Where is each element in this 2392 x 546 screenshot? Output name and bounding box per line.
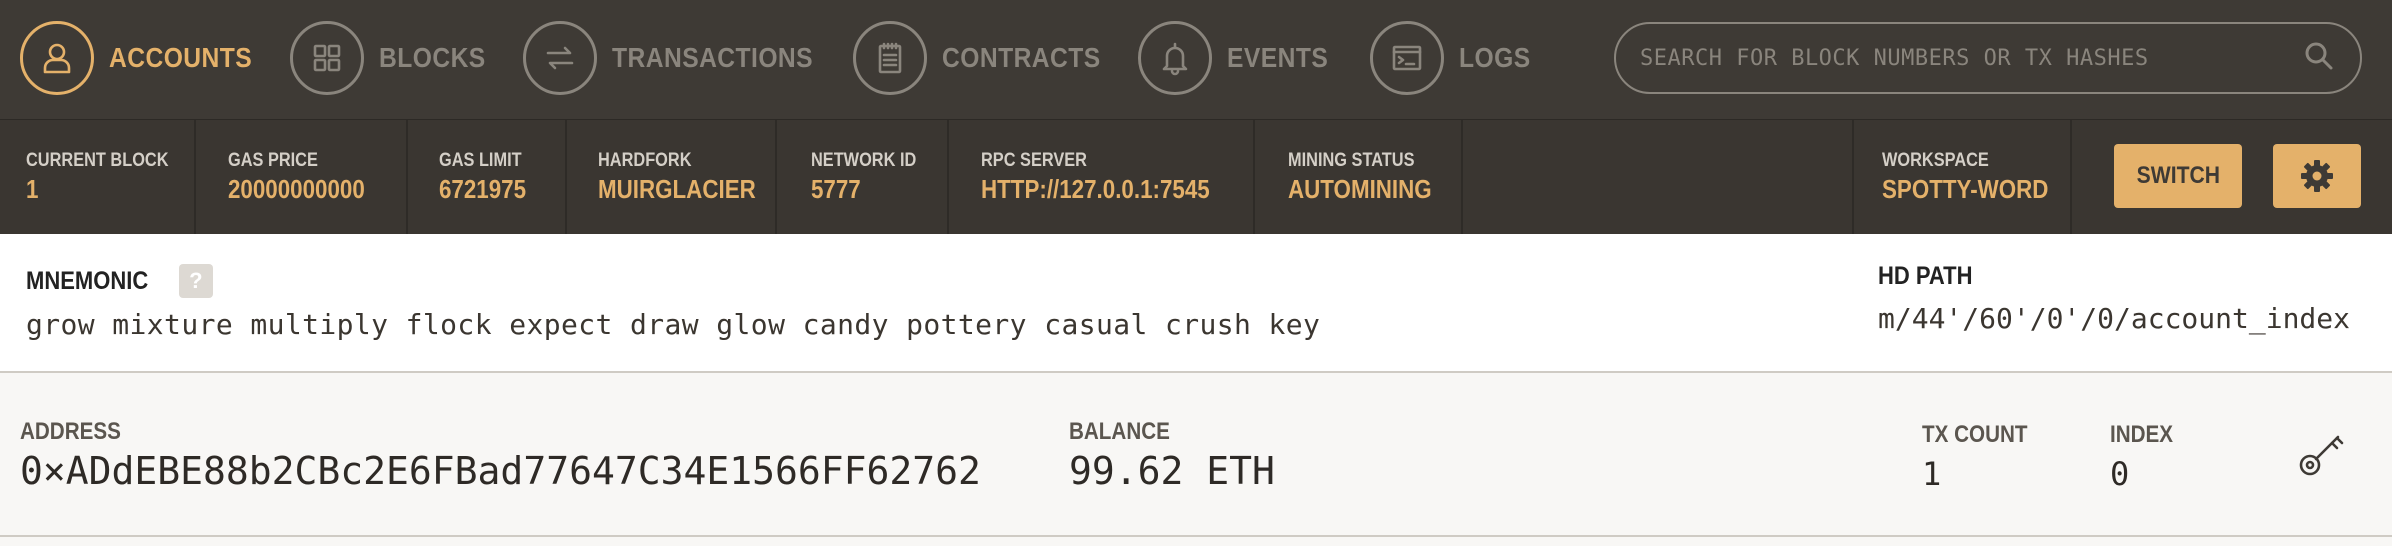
hd-path-value: m/44'/60'/0'/0/account_index [1878, 302, 2351, 335]
stat-gas-price: GAS PRICE 20000000000 [196, 120, 408, 235]
stat-value: 6721975 [439, 174, 527, 204]
mnemonic-header: MNEMONIC ? [26, 264, 213, 298]
nav-label: ACCOUNTS [109, 42, 253, 73]
top-navigation: ACCOUNTS BLOCKS TRANSACTIONS CONTRACTS E… [0, 0, 2392, 119]
nav-transactions[interactable]: TRANSACTIONS [523, 21, 840, 95]
stat-value: 5777 [811, 174, 861, 204]
stat-value: 20000000000 [228, 174, 365, 204]
nav-label: BLOCKS [379, 42, 486, 73]
stat-label: NETWORK ID [811, 150, 917, 171]
nav-label: EVENTS [1227, 42, 1329, 73]
hd-path-label: HD PATH [1878, 262, 1973, 290]
stat-label: MINING STATUS [1288, 150, 1415, 171]
key-icon[interactable] [2296, 427, 2348, 479]
mnemonic-label: MNEMONIC [26, 266, 149, 295]
settings-button[interactable] [2273, 144, 2361, 208]
stat-rpc-server: RPC SERVER HTTP://127.0.0.1:7545 [949, 120, 1255, 235]
nav-blocks[interactable]: BLOCKS [290, 21, 500, 95]
nav-label: TRANSACTIONS [612, 42, 814, 73]
nav-label: LOGS [1459, 42, 1531, 73]
stat-value: SPOTTY-WORD [1882, 174, 2049, 204]
document-icon [853, 21, 927, 95]
mnemonic-words: grow mixture multiply flock expect draw … [26, 308, 1321, 341]
balance-label: BALANCE [1069, 418, 1170, 445]
index-label: INDEX [2110, 421, 2174, 448]
switch-workspace-button[interactable]: SWITCH [2114, 144, 2242, 208]
stat-gas-limit: GAS LIMIT 6721975 [408, 120, 567, 235]
address-label: ADDRESS [20, 418, 121, 445]
tx-count-label: TX COUNT [1922, 421, 2028, 448]
account-balance: 99.62 ETH [1069, 449, 1275, 493]
bell-icon [1138, 21, 1212, 95]
arrows-icon [523, 21, 597, 95]
stat-value: AUTOMINING [1288, 174, 1432, 204]
help-icon[interactable]: ? [178, 264, 213, 298]
stat-mining-status: MINING STATUS AUTOMINING [1255, 120, 1463, 235]
grid-icon [290, 21, 364, 95]
search-icon[interactable] [2302, 39, 2336, 78]
account-address: 0×ADdEBE88b2CBc2E6FBad77647C34E1566FF627… [20, 449, 981, 493]
stat-value: 1 [26, 174, 39, 204]
nav-events[interactable]: EVENTS [1138, 21, 1342, 95]
search-bar [1614, 22, 2362, 94]
tx-count-value: 1 [1922, 455, 1942, 493]
search-input[interactable] [1640, 45, 2302, 71]
mnemonic-panel: MNEMONIC ? grow mixture multiply flock e… [0, 234, 2392, 373]
stat-current-block: CURRENT BLOCK 1 [0, 120, 196, 235]
terminal-icon [1370, 21, 1444, 95]
stat-label: HARDFORK [598, 150, 692, 171]
stat-workspace: WORKSPACE SPOTTY-WORD [1852, 120, 2072, 235]
stat-value: MUIRGLACIER [598, 174, 756, 204]
stat-label: GAS LIMIT [439, 150, 522, 171]
index-value: 0 [2110, 455, 2130, 493]
status-bar: CURRENT BLOCK 1 GAS PRICE 20000000000 GA… [0, 119, 2392, 235]
stat-network-id: NETWORK ID 5777 [777, 120, 949, 235]
stat-label: WORKSPACE [1882, 150, 1989, 171]
stat-label: CURRENT BLOCK [26, 150, 169, 171]
account-row[interactable]: ADDRESS 0×ADdEBE88b2CBc2E6FBad77647C34E1… [0, 375, 2392, 537]
stat-value: HTTP://127.0.0.1:7545 [981, 174, 1210, 204]
nav-label: CONTRACTS [942, 42, 1101, 73]
stat-label: RPC SERVER [981, 150, 1087, 171]
nav-contracts[interactable]: CONTRACTS [853, 21, 1122, 95]
stat-label: GAS PRICE [228, 150, 318, 171]
user-icon [20, 21, 94, 95]
nav-accounts[interactable]: ACCOUNTS [20, 21, 272, 95]
nav-logs[interactable]: LOGS [1370, 21, 1540, 95]
switch-button-label: SWITCH [2136, 162, 2220, 189]
gear-icon [2301, 160, 2333, 192]
stat-hardfork: HARDFORK MUIRGLACIER [567, 120, 777, 235]
